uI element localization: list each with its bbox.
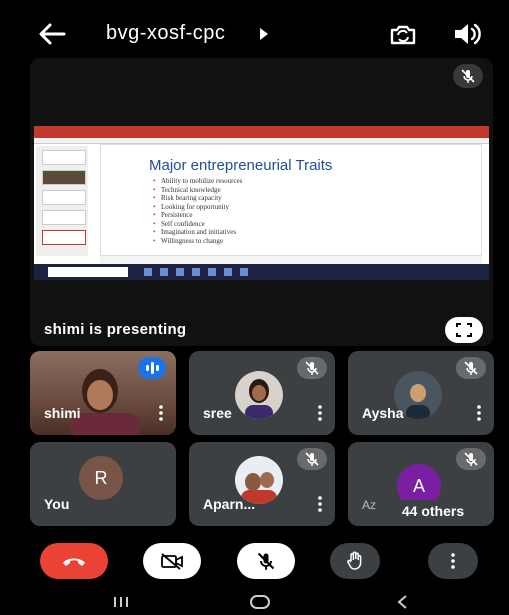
- muted-badge: [456, 448, 486, 470]
- meeting-details-caret-icon[interactable]: [258, 26, 270, 42]
- call-end-icon: [63, 558, 85, 566]
- participant-name: shimi: [44, 405, 81, 421]
- participant-tile-aparna[interactable]: Aparn...: [189, 442, 335, 526]
- raise-hand-icon: [347, 551, 362, 570]
- fullscreen-button[interactable]: [445, 317, 483, 343]
- avatar: [235, 371, 283, 419]
- others-count-pill[interactable]: 44 others: [380, 500, 486, 522]
- speaking-indicator: [138, 357, 166, 379]
- raise-hand-button[interactable]: [330, 543, 380, 579]
- mic-toggle-button[interactable]: [237, 543, 295, 579]
- participant-tile-aysha[interactable]: Aysha: [348, 351, 494, 435]
- taskbar-app-icon: [208, 268, 216, 276]
- slide-bullet: Looking for opportunity: [153, 203, 242, 212]
- slide-thumbnail: [42, 210, 86, 225]
- presenting-label: shimi is presenting: [44, 321, 187, 338]
- end-call-button[interactable]: [40, 543, 108, 579]
- participant-name: Az: [362, 498, 377, 512]
- avatar: R: [79, 456, 123, 500]
- presenter-muted-badge: [453, 64, 483, 88]
- home-icon[interactable]: [249, 594, 271, 610]
- participant-name: Aparn...: [203, 496, 256, 512]
- current-slide: Major entrepreneurial Traits Ability to …: [100, 144, 482, 256]
- more-vert-icon: [451, 553, 455, 569]
- fullscreen-icon: [456, 323, 472, 337]
- muted-badge: [456, 357, 486, 379]
- taskbar-icons: [144, 268, 248, 276]
- slide-title: Major entrepreneurial Traits: [149, 157, 333, 174]
- slide-bullets: Ability to mobilize resources Technical …: [153, 177, 242, 245]
- taskbar-app-icon: [176, 268, 184, 276]
- more-options-button[interactable]: [428, 543, 478, 579]
- participant-tile-shimi[interactable]: shimi: [30, 351, 176, 435]
- camera-toggle-button[interactable]: [143, 543, 201, 579]
- taskbar-app-icon: [240, 268, 248, 276]
- muted-badge: [297, 357, 327, 379]
- participant-name: Aysha: [362, 405, 404, 421]
- mic-off-icon: [464, 452, 478, 466]
- mic-off-icon: [305, 452, 319, 466]
- taskbar-app-icon: [192, 268, 200, 276]
- slide-notes-bar: [100, 256, 482, 264]
- system-nav-bar: [0, 588, 509, 615]
- participant-tile-you[interactable]: R You: [30, 442, 176, 526]
- shared-screen: Major entrepreneurial Traits Ability to …: [34, 126, 489, 280]
- mic-off-icon: [464, 361, 478, 375]
- slide-thumbnail: [42, 230, 86, 245]
- mic-off-icon: [257, 552, 275, 570]
- back-arrow-icon[interactable]: [36, 20, 68, 48]
- camera-off-icon: [161, 553, 183, 570]
- slide-bullet: Persistence: [153, 211, 242, 220]
- more-vert-icon[interactable]: [476, 405, 482, 421]
- slide-thumbnail: [42, 170, 86, 185]
- slide-bullet: Ability to mobilize resources: [153, 177, 242, 186]
- slide-bullet: Self confidence: [153, 220, 242, 229]
- slide-bullet: Willingness to change: [153, 237, 242, 246]
- taskbar-app-icon: [160, 268, 168, 276]
- slide-thumbnails: [36, 146, 88, 256]
- more-vert-icon[interactable]: [317, 405, 323, 421]
- taskbar-search: [48, 267, 128, 277]
- call-top-bar: bvg-xosf-cpc: [0, 0, 509, 58]
- presentation-stage[interactable]: Major entrepreneurial Traits Ability to …: [30, 58, 493, 346]
- slide-bullet: Imagination and initiatives: [153, 228, 242, 237]
- slide-bullet: Technical knowledge: [153, 186, 242, 195]
- participant-name: You: [44, 496, 70, 512]
- taskbar-app-icon: [224, 268, 232, 276]
- mic-off-icon: [461, 69, 475, 83]
- more-vert-icon[interactable]: [158, 405, 164, 421]
- slide-thumbnail: [42, 150, 86, 165]
- app-ribbon: [34, 126, 489, 138]
- participant-tile-sree[interactable]: sree: [189, 351, 335, 435]
- muted-badge: [297, 448, 327, 470]
- taskbar-app-icon: [144, 268, 152, 276]
- speaker-icon[interactable]: [452, 20, 482, 48]
- recents-icon[interactable]: [110, 594, 132, 610]
- meeting-code[interactable]: bvg-xosf-cpc: [106, 22, 225, 45]
- more-vert-icon[interactable]: [317, 496, 323, 512]
- participant-name: sree: [203, 405, 232, 421]
- slide-thumbnail: [42, 190, 86, 205]
- switch-camera-icon[interactable]: [388, 20, 418, 48]
- back-nav-icon[interactable]: [392, 594, 414, 610]
- mic-off-icon: [305, 361, 319, 375]
- desktop-taskbar: [34, 264, 489, 280]
- slide-bullet: Risk bearing capacity: [153, 194, 242, 203]
